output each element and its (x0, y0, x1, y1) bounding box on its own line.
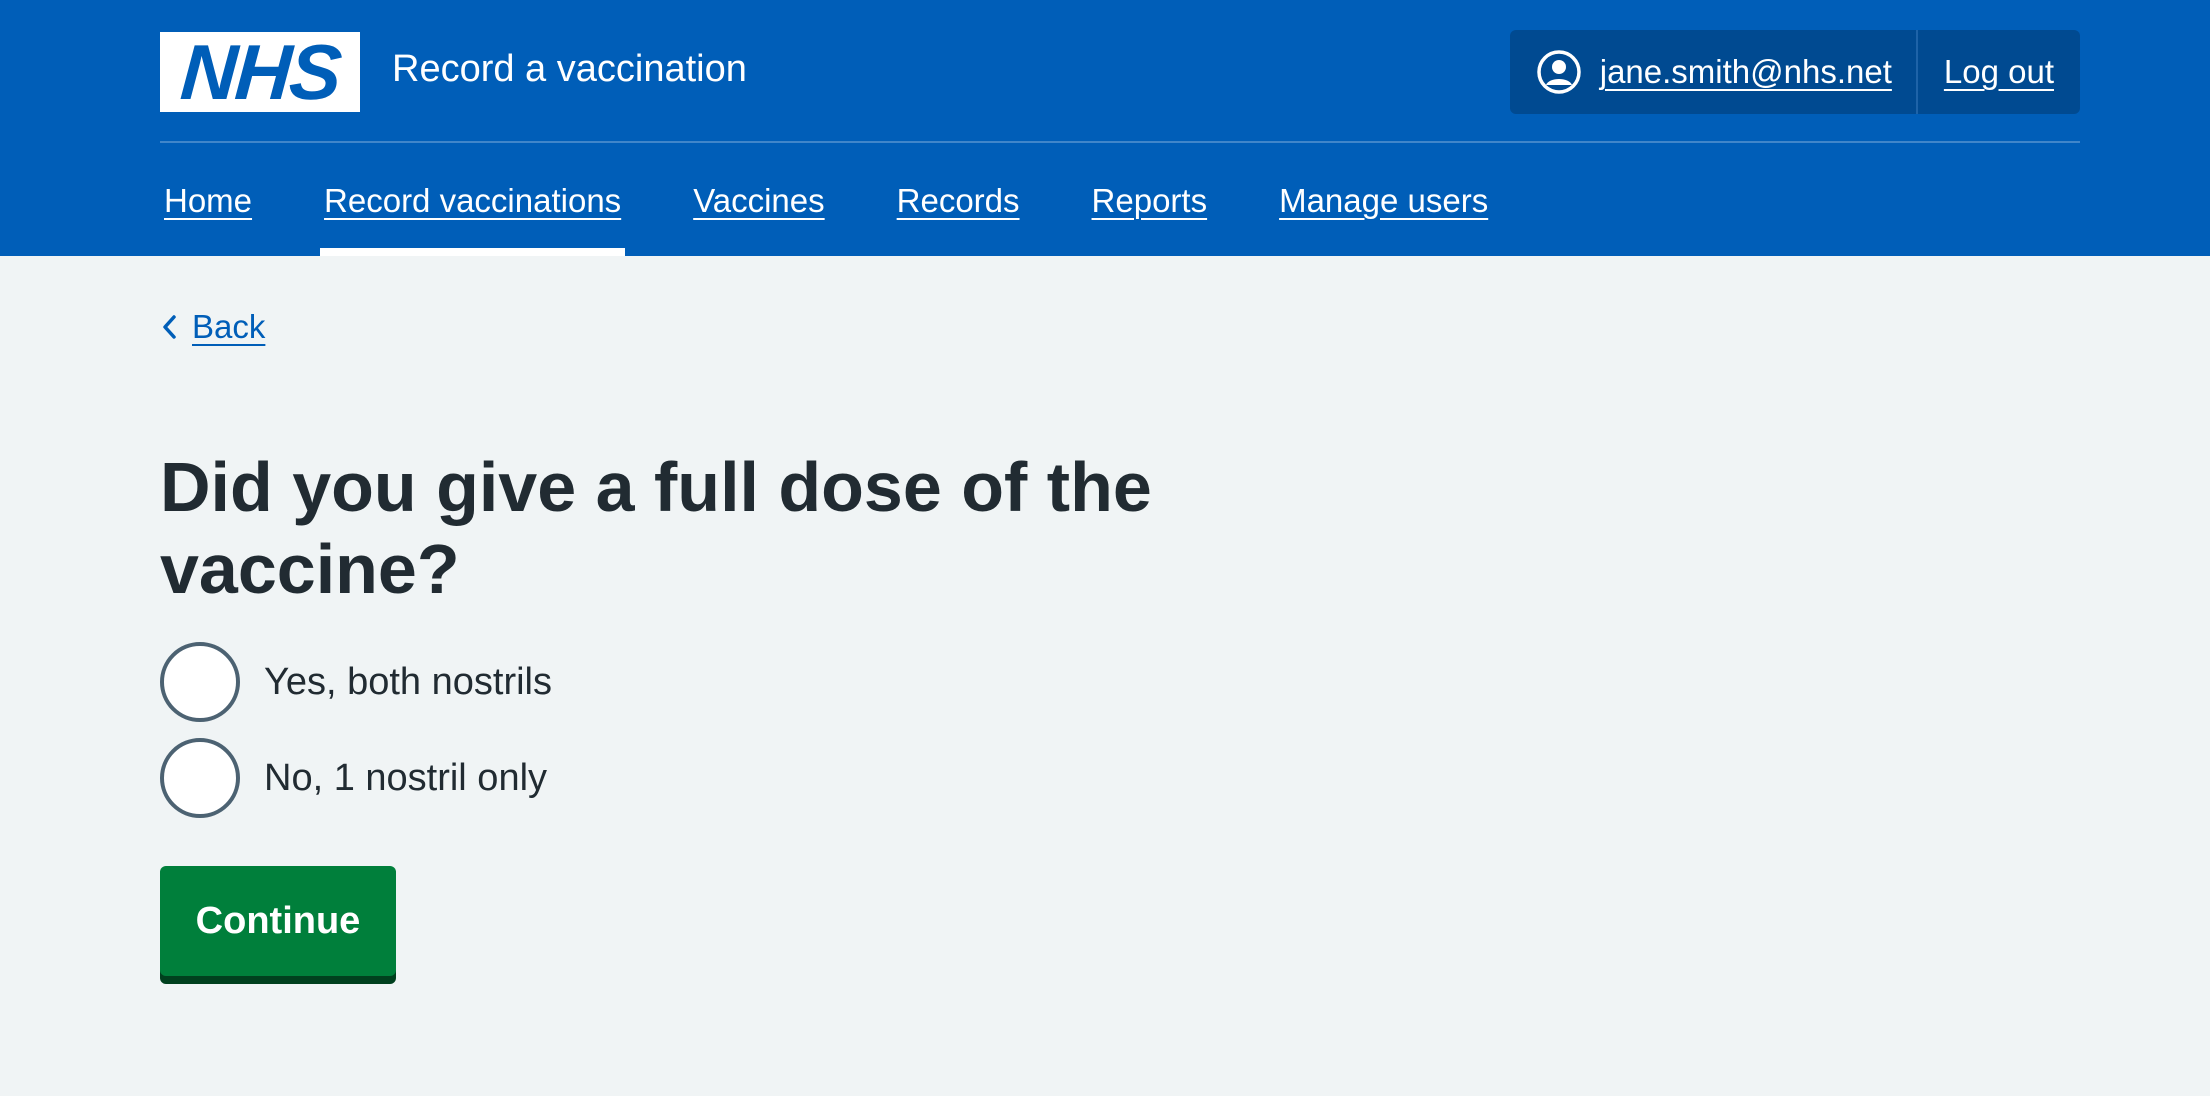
radio-option-yes-both-nostrils[interactable]: Yes, both nostrils (160, 642, 552, 722)
radio-button[interactable] (160, 738, 240, 818)
nav-link-records[interactable]: Records (897, 182, 1020, 220)
radio-label[interactable]: Yes, both nostrils (264, 661, 552, 704)
nav-link-reports[interactable]: Reports (1092, 182, 1208, 220)
chevron-left-icon (163, 315, 176, 339)
account-email-link[interactable]: jane.smith@nhs.net (1600, 53, 1892, 91)
nav-item-reports: Reports (1088, 145, 1212, 256)
nav-item-records: Records (893, 145, 1024, 256)
account-logout: Log out (1918, 30, 2080, 114)
nav-link-vaccines[interactable]: Vaccines (693, 182, 824, 220)
account-user: jane.smith@nhs.net (1510, 30, 1918, 114)
site-header: NHS Record a vaccination jane.smith@nhs.… (0, 0, 2210, 256)
continue-button[interactable]: Continue (160, 866, 396, 976)
nav-link-manage-users[interactable]: Manage users (1279, 182, 1488, 220)
primary-navigation: Home Record vaccinations Vaccines Record… (160, 145, 1556, 256)
nav-link-record-vaccinations[interactable]: Record vaccinations (324, 182, 621, 220)
nav-item-manage-users: Manage users (1275, 145, 1492, 256)
nhs-logo-text: NHS (177, 28, 343, 116)
back-link-container: Back (160, 308, 265, 346)
service-name[interactable]: Record a vaccination (392, 44, 747, 94)
radio-label[interactable]: No, 1 nostril only (264, 757, 547, 800)
radio-option-no-one-nostril[interactable]: No, 1 nostril only (160, 738, 547, 818)
page-question-heading: Did you give a full dose of the vaccine? (160, 448, 1152, 608)
nav-item-vaccines: Vaccines (689, 145, 828, 256)
header-top: NHS Record a vaccination jane.smith@nhs.… (160, 0, 2080, 143)
nav-item-record-vaccinations: Record vaccinations (320, 145, 626, 256)
logout-link[interactable]: Log out (1944, 53, 2054, 91)
nav-link-home[interactable]: Home (164, 182, 252, 220)
nhs-logo[interactable]: NHS (160, 28, 360, 116)
account-panel: jane.smith@nhs.net Log out (1509, 30, 2080, 114)
user-circle-icon (1536, 50, 1581, 94)
back-link[interactable]: Back (192, 308, 265, 346)
header-container: NHS Record a vaccination jane.smith@nhs.… (160, 0, 2080, 256)
radio-button[interactable] (160, 642, 240, 722)
nav-item-home: Home (160, 145, 256, 256)
